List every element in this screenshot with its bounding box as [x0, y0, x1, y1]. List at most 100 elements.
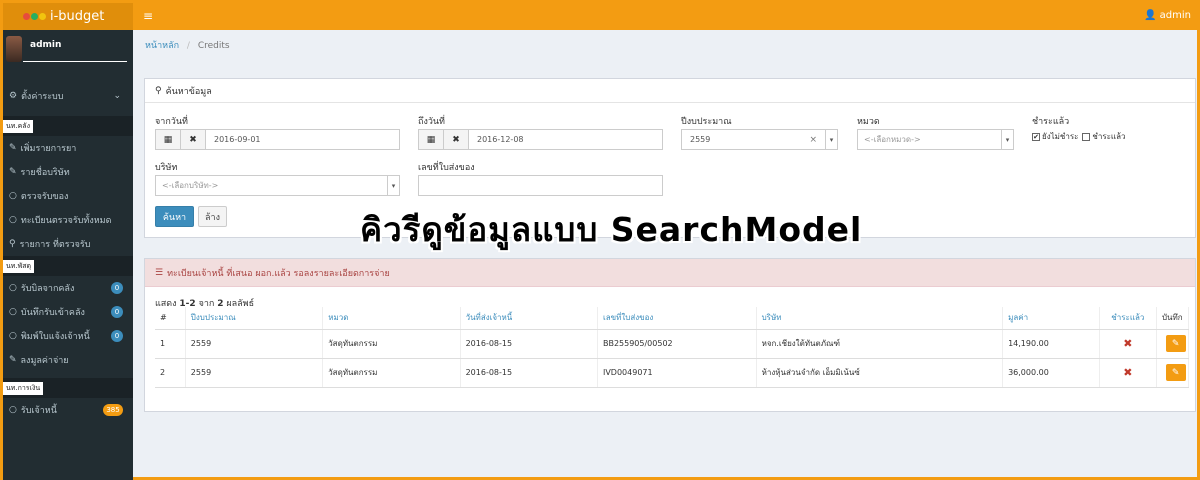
- results-table: # ปีงบประมาณ หมวด วันที่ส่งเจ้าหนี้ เลขท…: [155, 307, 1190, 388]
- category-select[interactable]: <-เลือกหมวด-> ▾: [857, 129, 1014, 150]
- cell-record: ✎: [1156, 358, 1190, 388]
- unpaid-x-icon: ✖: [1099, 358, 1157, 388]
- cell-no: 2: [155, 358, 186, 388]
- sidebar-item-companies[interactable]: ✎ รายชื่อบริษัท: [3, 160, 133, 184]
- gear-icon: ⚙: [9, 91, 18, 101]
- col-header-date[interactable]: วันที่ส่งเจ้าหนี้: [460, 307, 598, 330]
- fiscal-year-value: 2559: [690, 135, 711, 144]
- col-header-invoice[interactable]: เลขที่ใบส่งของ: [597, 307, 757, 330]
- sidebar-item-print-notice[interactable]: ○ พิมพ์ใบแจ้งเจ้าหนี้ 0: [3, 324, 133, 348]
- circle-icon: ○: [9, 405, 17, 415]
- table-header-row: # ปีงบประมาณ หมวด วันที่ส่งเจ้าหนี้ เลขท…: [155, 307, 1190, 330]
- sidebar-item-label: รายชื่อบริษัท: [20, 168, 70, 178]
- sidebar-section-header: นท.พัสดุ: [3, 256, 133, 276]
- sidebar-item-add-drug[interactable]: ✎ เพิ่มรายการยา: [3, 136, 133, 160]
- user-menu-name: admin: [1159, 10, 1191, 21]
- search-panel-title: ค้นหาข้อมูล: [165, 86, 212, 97]
- chevron-down-icon[interactable]: ▾: [825, 130, 837, 149]
- cell-record: ✎: [1156, 329, 1190, 359]
- sidebar-item-stock-in[interactable]: ○ บันทึกรับเข้าคลัง 0: [3, 300, 133, 324]
- chevron-down-icon[interactable]: ▾: [1001, 130, 1013, 149]
- cell-category: วัสดุทันตกรรม: [322, 329, 461, 359]
- user-menu[interactable]: 👤 admin: [1144, 10, 1191, 21]
- circle-icon: ○: [9, 283, 17, 293]
- count-badge: 385: [103, 404, 123, 416]
- brand-name: i-budget: [50, 9, 105, 24]
- people-logo-icon: [23, 13, 46, 20]
- search-icon: ⚲: [9, 239, 16, 249]
- sidebar-item-creditors[interactable]: ○ รับเจ้าหนี้ 385: [3, 398, 133, 422]
- cell-amount: 14,190.00: [1002, 329, 1101, 359]
- count-badge: 0: [111, 306, 123, 318]
- divider: [23, 61, 127, 62]
- checkbox-checked[interactable]: ✔: [1032, 132, 1040, 141]
- clear-button[interactable]: ล้าง: [198, 206, 227, 227]
- col-header-record: บันทึก: [1156, 307, 1190, 330]
- col-header-amount[interactable]: มูลค่า: [1002, 307, 1101, 330]
- fiscal-year-select[interactable]: 2559 × ▾: [681, 129, 838, 150]
- user-icon: 👤: [1144, 10, 1157, 21]
- calendar-icon[interactable]: ▦: [156, 130, 181, 149]
- col-header-company[interactable]: บริษัท: [756, 307, 1004, 330]
- brand-logo[interactable]: i-budget: [3, 3, 133, 30]
- invoice-input[interactable]: [418, 175, 663, 196]
- avatar: [6, 36, 22, 62]
- edit-icon: ✎: [1171, 338, 1180, 349]
- to-date-value: 2016-12-08: [477, 135, 524, 144]
- menu-toggle-icon[interactable]: ≡: [143, 9, 153, 23]
- paid-checkbox[interactable]: [1082, 132, 1091, 141]
- sidebar-item-label: รับบิลจากคลัง: [20, 284, 75, 294]
- clear-x-icon[interactable]: ✖: [181, 130, 206, 149]
- sidebar-item-settings[interactable]: ⚙ ตั้งค่าระบบ ⌄: [3, 84, 133, 108]
- sidebar-item-label: บันทึกรับเข้าคลัง: [20, 308, 85, 318]
- sidebar-item-received-list[interactable]: ⚲ รายการ ที่ตรวจรับ: [3, 232, 133, 256]
- edit-icon: ✎: [1171, 367, 1180, 378]
- sidebar-item-receive-check[interactable]: ○ ตรวจรับของ: [3, 184, 133, 208]
- category-label: หมวด: [857, 117, 880, 127]
- sidebar-item-label: ตั้งค่าระบบ: [21, 92, 64, 102]
- chevron-down-icon[interactable]: ▾: [387, 176, 399, 195]
- col-header-year[interactable]: ปีงบประมาณ: [185, 307, 324, 330]
- sidebar-item-label: ลงมูลค่าจ่าย: [20, 356, 69, 366]
- company-select[interactable]: <-เลือกบริษัท-> ▾: [155, 175, 400, 196]
- to-date-field[interactable]: ▦ ✖ 2016-12-08: [418, 129, 663, 150]
- search-panel-header: ⚲ ค้นหาข้อมูล: [145, 79, 1195, 103]
- circle-icon: ○: [9, 191, 17, 201]
- list-icon: ☰: [155, 267, 164, 278]
- category-placeholder: <-เลือกหมวด->: [864, 135, 921, 144]
- sidebar: admin ⚙ ตั้งค่าระบบ ⌄ นท.คลัง ✎ เพิ่มรายก…: [3, 30, 133, 480]
- cell-date: 2016-08-15: [460, 329, 598, 359]
- paid-label: ชำระแล้ว: [1032, 117, 1070, 127]
- fiscal-year-label: ปีงบประมาณ: [681, 117, 732, 127]
- sidebar-item-all-receipts[interactable]: ○ ทะเบียนตรวจรับทั้งหมด: [3, 208, 133, 232]
- unpaid-checkbox[interactable]: ✔ ยังไม่ชำระ ชำระแล้ว: [1032, 130, 1125, 143]
- search-icon: ⚲: [155, 85, 162, 96]
- count-badge: 0: [111, 330, 123, 342]
- invoice-label: เลขที่ใบส่งของ: [418, 163, 475, 173]
- unpaid-x-icon: ✖: [1099, 329, 1157, 359]
- edit-button[interactable]: ✎: [1165, 335, 1186, 352]
- search-button[interactable]: ค้นหา: [155, 206, 194, 227]
- clear-x-icon[interactable]: ✖: [444, 130, 469, 149]
- pencil-icon: ✎: [9, 167, 17, 177]
- pencil-icon: ✎: [9, 143, 17, 153]
- cell-amount: 36,000.00: [1002, 358, 1101, 388]
- sidebar-section-header: นท.คลัง: [3, 116, 133, 136]
- clear-icon[interactable]: ×: [809, 135, 817, 145]
- company-placeholder: <-เลือกบริษัท->: [162, 181, 219, 190]
- sidebar-item-label: เพิ่มรายการยา: [20, 144, 77, 154]
- col-header-paid[interactable]: ชำระแล้ว: [1099, 307, 1157, 330]
- from-date-field[interactable]: ▦ ✖ 2016-09-01: [155, 129, 400, 150]
- sidebar-item-receive-bill[interactable]: ○ รับบิลจากคลัง 0: [3, 276, 133, 300]
- sidebar-item-label: ตรวจรับของ: [20, 192, 69, 202]
- edit-button[interactable]: ✎: [1165, 364, 1186, 381]
- circle-icon: ○: [9, 307, 17, 317]
- sidebar-item-label: รายการ ที่ตรวจรับ: [19, 240, 91, 250]
- sidebar-item-label: รับเจ้าหนี้: [20, 406, 57, 416]
- sidebar-item-payment-value[interactable]: ✎ ลงมูลค่าจ่าย: [3, 348, 133, 372]
- calendar-icon[interactable]: ▦: [419, 130, 444, 149]
- overlay-caption: คิวรีดูข้อมูลแบบ SearchModel: [360, 210, 863, 249]
- col-header-category[interactable]: หมวด: [322, 307, 461, 330]
- cell-date: 2016-08-15: [460, 358, 598, 388]
- breadcrumb-home-link[interactable]: หน้าหลัก: [145, 41, 179, 51]
